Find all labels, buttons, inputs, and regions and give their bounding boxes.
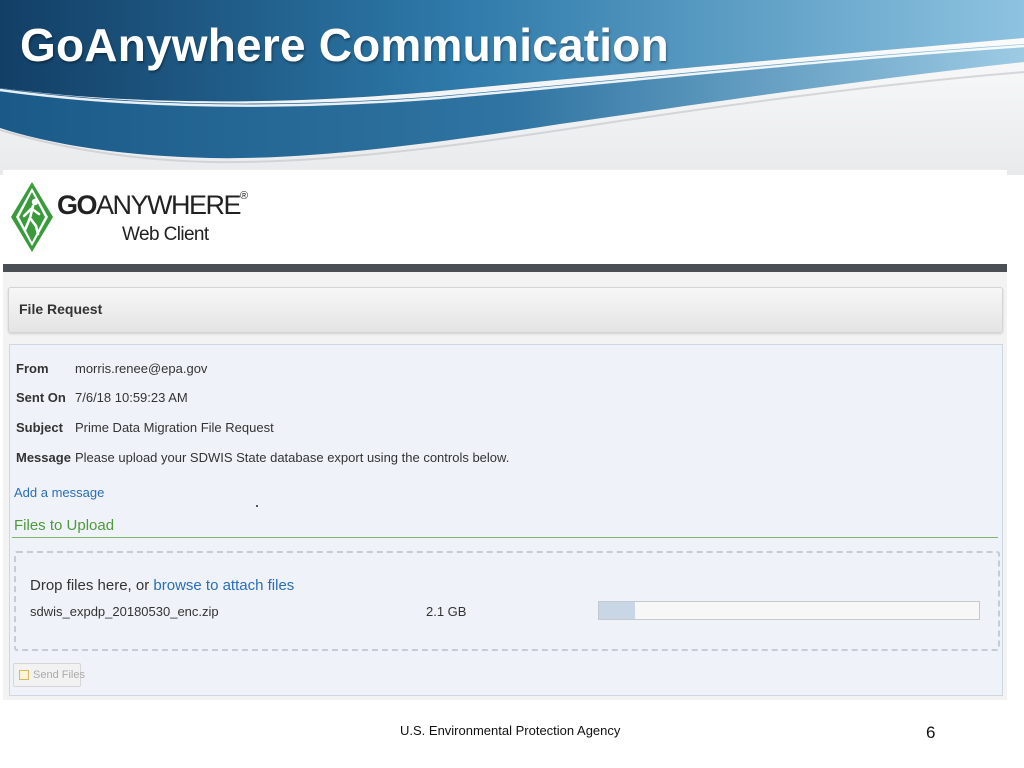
footer-agency: U.S. Environmental Protection Agency [400,723,621,738]
checkbox-icon [19,670,29,680]
subject-label: Subject [16,420,63,435]
sent-on-value: 7/6/18 10:59:23 AM [75,390,188,405]
file-request-titlebar: File Request [8,287,1003,333]
goanywhere-logo[interactable]: GOANYWHERE® Web Client [7,178,248,258]
file-name: sdwis_expdp_20180530_enc.zip [30,604,219,619]
logo-wordmark-go: GO [57,190,98,220]
upload-progress-bar [598,601,980,620]
sent-on-label: Sent On [16,390,66,405]
hiker-badge-icon [11,182,53,252]
drop-text: Drop files here, or [30,577,154,594]
file-size: 2.1 GB [426,604,467,619]
logo-subtitle: Web Client [122,224,209,245]
registered-mark: ® [240,190,249,202]
file-drop-zone[interactable]: Drop files here, or browse to attach fil… [14,551,1000,651]
browse-files-link[interactable]: browse to attach files [153,577,294,594]
subject-value: Prime Data Migration File Request [75,420,274,435]
logo-wordmark: GOANYWHERE® [57,190,248,221]
panel-title: File Request [19,301,103,317]
app-header: GOANYWHERE® Web Client [3,170,1007,272]
upload-progress-fill [599,602,636,619]
from-label: From [16,361,49,376]
add-message-link[interactable]: Add a message [14,485,104,500]
goanywhere-screenshot: GOANYWHERE® Web Client File Request From… [3,170,1007,700]
message-value: Please upload your SDWIS State database … [75,450,510,465]
file-request-form: From morris.renee@epa.gov Sent On 7/6/18… [9,344,1003,696]
stray-dot [256,505,258,507]
slide-header-banner: GoAnywhere Communication [0,0,1024,175]
slide-title: GoAnywhere Communication [20,19,669,71]
files-to-upload-heading: Files to Upload [14,517,115,534]
send-files-label: Send Files [33,669,85,681]
section-divider [12,537,998,538]
message-label: Message [16,450,71,465]
send-files-button[interactable]: Send Files [13,663,85,687]
logo-wordmark-anywhere: ANYWHERE [96,190,242,220]
drop-instructions: Drop files here, or browse to attach fil… [30,577,294,594]
page-number: 6 [926,723,936,742]
from-value: morris.renee@epa.gov [75,361,208,376]
